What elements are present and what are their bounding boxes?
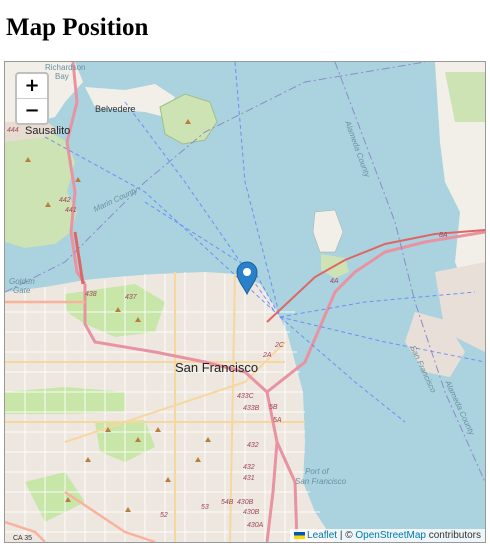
label-route-5a: 5A bbox=[273, 417, 282, 424]
label-route-433b: 433B bbox=[243, 405, 260, 412]
zoom-out-button[interactable]: − bbox=[17, 98, 47, 123]
label-gate: Gate bbox=[13, 286, 31, 295]
label-bay: Bay bbox=[55, 72, 69, 81]
label-belvedere: Belvedere bbox=[95, 104, 136, 114]
label-route-53: 53 bbox=[201, 504, 209, 511]
label-route-444: 444 bbox=[7, 127, 19, 134]
label-route-54b: 54B bbox=[221, 499, 234, 506]
label-sausalito: Sausalito bbox=[25, 125, 70, 137]
label-route-442: 442 bbox=[59, 197, 71, 204]
label-route-430b: 430B bbox=[237, 499, 254, 506]
label-san-francisco-city: San Francisco bbox=[175, 360, 258, 375]
label-route-5b: 5B bbox=[269, 404, 278, 411]
attribution-separator: | © bbox=[337, 530, 356, 541]
label-route-433c: 433C bbox=[237, 393, 255, 400]
leaflet-link[interactable]: Leaflet bbox=[307, 530, 337, 541]
label-ca35: CA 35 bbox=[13, 535, 32, 542]
label-route-438: 438 bbox=[85, 291, 97, 298]
label-route-2c: 2C bbox=[274, 342, 285, 349]
label-route-437: 437 bbox=[125, 294, 138, 301]
zoom-control: + − bbox=[15, 72, 49, 125]
attribution: Leaflet | © OpenStreetMap contributors bbox=[290, 529, 485, 542]
label-route-8a: 8A bbox=[439, 232, 448, 239]
land-marin-park bbox=[5, 132, 77, 248]
label-route-430a: 430A bbox=[247, 522, 264, 529]
label-route-432: 432 bbox=[247, 442, 259, 449]
label-route-52: 52 bbox=[160, 512, 168, 519]
label-route-431: 431 bbox=[243, 475, 255, 482]
map-tiles[interactable]: Richardson Bay Belvedere Sausalito Marin… bbox=[5, 62, 485, 542]
openstreetmap-link[interactable]: OpenStreetMap bbox=[355, 530, 426, 541]
page-title: Map Position bbox=[6, 14, 149, 41]
label-route-430b-2: 430B bbox=[243, 509, 260, 516]
label-port-of: Port of bbox=[305, 467, 329, 476]
map-container[interactable]: Richardson Bay Belvedere Sausalito Marin… bbox=[4, 61, 486, 543]
zoom-in-button[interactable]: + bbox=[17, 74, 47, 98]
label-route-432b: 432 bbox=[243, 464, 255, 471]
label-route-2a: 2A bbox=[262, 352, 272, 359]
label-route-441: 441 bbox=[65, 207, 77, 214]
label-route-4a: 4A bbox=[330, 278, 339, 285]
label-port-san-francisco: San Francisco bbox=[295, 477, 347, 486]
label-richardson: Richardson bbox=[45, 63, 85, 72]
ukraine-flag-icon bbox=[294, 532, 306, 539]
label-golden: Golden bbox=[9, 277, 35, 286]
attribution-suffix: contributors bbox=[425, 530, 481, 541]
